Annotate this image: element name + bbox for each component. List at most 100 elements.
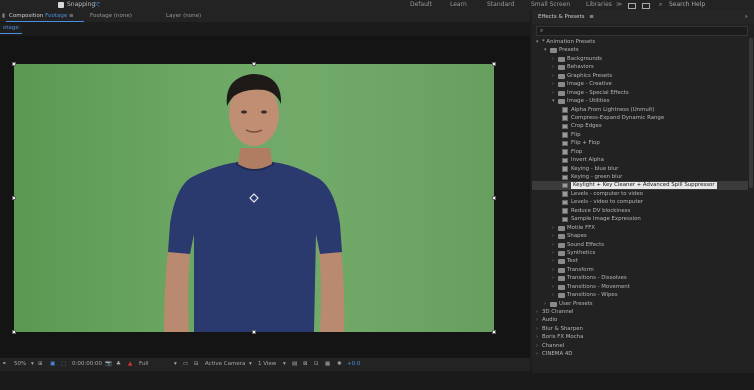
folder-item[interactable]: › Transitions - Movement (532, 283, 748, 291)
chevron-right-icon[interactable]: › (536, 325, 538, 333)
preset-item[interactable]: Keying - blue blur (532, 165, 748, 173)
search-help[interactable]: Search Help (669, 0, 705, 10)
zoom-select[interactable]: 50% (14, 358, 26, 371)
effects-panel-title[interactable]: Effects & Presets (538, 14, 585, 20)
chevron-right-icon[interactable]: › (536, 350, 538, 358)
snap-options-icon[interactable]: ⤧ (94, 0, 100, 10)
tab-menu-icon[interactable]: ≡ (69, 13, 74, 19)
tab-composition[interactable]: Composition Footage ≡ (6, 10, 84, 22)
workspace-small-screen[interactable]: Small Screen (531, 0, 570, 10)
workspace-learn[interactable]: Learn (450, 0, 467, 10)
folder-item[interactable]: › Synthetics (532, 249, 748, 257)
folder-item[interactable]: ▾ Image - Utilities (532, 97, 748, 105)
render-icon[interactable]: ⊡ (314, 358, 319, 371)
transform-handle-tl[interactable] (12, 62, 16, 66)
fast-preview-icon[interactable]: ▭ (183, 358, 188, 371)
tab-footage[interactable]: Footage (none) (90, 10, 132, 22)
camera-dropdown-icon[interactable]: ▾ (249, 358, 252, 371)
transform-handle-mr[interactable] (492, 196, 496, 200)
tab-layer[interactable]: Layer (none) (166, 10, 201, 22)
effects-search-input[interactable]: ⌕ (536, 26, 748, 36)
folder-item[interactable]: › Transitions - Dissolves (532, 274, 748, 282)
chevron-right-icon[interactable]: › (552, 89, 554, 97)
folder-item[interactable]: › Transitions - Wipes (532, 291, 748, 299)
zoom-dropdown-icon[interactable]: ▾ (31, 358, 34, 371)
grid-icon[interactable]: ⊞ (38, 358, 43, 371)
panel-menu-icon[interactable]: ≡ (589, 14, 594, 20)
transform-handle-bl[interactable] (12, 330, 16, 334)
transform-handle-bc[interactable] (252, 330, 256, 334)
chevron-right-icon[interactable]: › (536, 308, 538, 316)
preset-item[interactable]: Keying - green blur (532, 173, 748, 181)
chevron-right-icon[interactable]: › (552, 63, 554, 71)
sync-icon[interactable] (628, 1, 636, 9)
preset-item[interactable]: Compress-Expand Dynamic Range (532, 114, 748, 122)
views-dropdown-icon[interactable]: ▾ (283, 358, 286, 371)
workspace-menu-icon[interactable]: ≫ (616, 0, 622, 10)
mask-icon[interactable]: ⚭ (2, 358, 7, 371)
preset-item[interactable]: Flop (532, 148, 748, 156)
chevron-down-icon[interactable]: ▾ (552, 97, 555, 105)
category-item[interactable]: › CINEMA 4D (532, 350, 748, 358)
lock-icon[interactable]: ▮ (2, 10, 5, 22)
search-icon[interactable]: ⌕ (659, 0, 662, 10)
folder-item[interactable]: › Image - Creative (532, 80, 748, 88)
category-item[interactable]: › Channel (532, 342, 748, 350)
chevron-right-icon[interactable]: › (552, 224, 554, 232)
preset-item[interactable]: Keylight + Key Cleaner + Advanced Spill … (532, 181, 748, 190)
chevron-right-icon[interactable]: › (552, 241, 554, 249)
preset-item[interactable]: Levels - video to computer (532, 198, 748, 206)
show-snapshot-icon[interactable]: ♣ (116, 358, 121, 371)
resolution-dropdown-icon[interactable]: ▾ (174, 358, 177, 371)
chevron-right-icon[interactable]: › (552, 249, 554, 257)
views-select[interactable]: 1 View (258, 358, 276, 371)
timecode[interactable]: 0:00:00:00 (72, 358, 102, 371)
transparency-icon[interactable]: ▣ (50, 358, 55, 371)
category-item[interactable]: › Boris FX Mocha (532, 333, 748, 341)
composition-frame[interactable] (14, 64, 494, 332)
comp-breadcrumb[interactable]: otage (0, 24, 22, 33)
folder-item[interactable]: › Motile FFX (532, 224, 748, 232)
toggle-pixel-icon[interactable]: ▤ (292, 358, 297, 371)
chevron-right-icon[interactable]: › (552, 283, 554, 291)
chevron-down-icon[interactable]: ▾ (544, 46, 547, 54)
preset-item[interactable]: Flip (532, 131, 748, 139)
chevron-right-icon[interactable]: › (552, 257, 554, 265)
chevron-right-icon[interactable]: › (536, 333, 538, 341)
folder-item[interactable]: › Shapes (532, 232, 748, 240)
category-item[interactable]: › 3D Channel (532, 308, 748, 316)
composition-viewer[interactable] (0, 36, 530, 358)
folder-item[interactable]: › Behaviors (532, 63, 748, 71)
alpha-grid-icon[interactable]: ⊟ (194, 358, 199, 371)
preset-item[interactable]: Invert Alpha (532, 156, 748, 164)
chevron-right-icon[interactable]: › (552, 291, 554, 299)
workspace-default[interactable]: Default (410, 0, 432, 10)
folder-item[interactable]: › User Presets (532, 300, 748, 308)
transform-handle-tc[interactable] (252, 62, 256, 66)
chevron-right-icon[interactable]: › (552, 266, 554, 274)
preset-item[interactable]: Alpha From Lightness (Unmult) (532, 106, 748, 114)
exposure-value[interactable]: +0.0 (347, 358, 360, 371)
category-item[interactable]: ▾ * Animation Presets (532, 38, 748, 46)
flowchart-icon[interactable]: ⊠ (303, 358, 308, 371)
folder-item[interactable]: › Transform (532, 266, 748, 274)
workspace-libraries[interactable]: Libraries (586, 0, 612, 10)
effects-scrollbar[interactable] (749, 38, 753, 188)
preset-item[interactable]: Flip + Flop (532, 139, 748, 147)
transform-handle-br[interactable] (492, 330, 496, 334)
category-item[interactable]: › Blur & Sharpen (532, 325, 748, 333)
folder-item[interactable]: › Graphics Presets (532, 72, 748, 80)
preset-item[interactable]: Crop Edges (532, 122, 748, 130)
snapping-toggle[interactable]: Snapping (58, 0, 95, 10)
transform-handle-ml[interactable] (12, 196, 16, 200)
chevron-right-icon[interactable]: › (552, 274, 554, 282)
preset-item[interactable]: Sample Image Expression (532, 215, 748, 223)
exposure-reset-icon[interactable]: ✺ (337, 358, 342, 371)
timeline-icon[interactable]: ▦ (325, 358, 330, 371)
chevron-right-icon[interactable]: › (552, 80, 554, 88)
chevron-right-icon[interactable]: › (536, 316, 538, 324)
panel-overflow-icon[interactable]: » (745, 10, 748, 24)
camera-select[interactable]: Active Camera (205, 358, 245, 371)
folder-item[interactable]: › Backgrounds (532, 55, 748, 63)
chevron-right-icon[interactable]: › (544, 300, 546, 308)
